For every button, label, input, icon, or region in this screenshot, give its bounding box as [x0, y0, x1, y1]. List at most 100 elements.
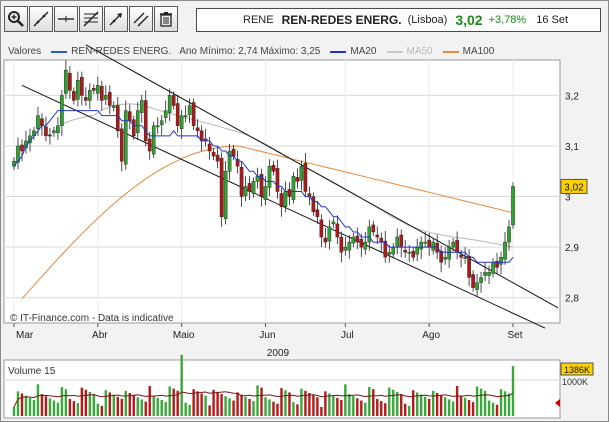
volume-bar	[288, 392, 291, 416]
volume-bar	[188, 404, 191, 416]
volume-bar	[491, 402, 495, 416]
volume-bar	[148, 385, 151, 416]
volume-bar	[200, 393, 203, 416]
candle-body	[299, 166, 304, 181]
candle-body	[111, 105, 116, 108]
volume-bar	[451, 401, 455, 416]
volume-tick: 1000K	[562, 377, 588, 387]
volume-bar	[356, 398, 359, 416]
volume-bar	[364, 402, 367, 416]
volume-bar	[507, 393, 511, 416]
volume-bar	[164, 402, 167, 416]
candle-body	[439, 250, 443, 263]
candle-body	[151, 125, 156, 155]
candle-body	[463, 257, 467, 259]
candle-body	[511, 186, 515, 226]
candle-body	[175, 103, 180, 126]
candle-body	[115, 105, 120, 132]
month-label: Jul	[341, 330, 354, 341]
volume-bar	[368, 387, 371, 416]
candle-body	[311, 196, 316, 212]
candle-body	[215, 154, 220, 162]
volume-bar	[467, 399, 471, 416]
volume-bar	[284, 390, 287, 416]
month-label: Set	[507, 330, 522, 341]
volume-bar	[419, 394, 423, 416]
volume-bar	[120, 398, 123, 416]
candle-body	[283, 191, 288, 207]
year-label: 2009	[267, 348, 290, 359]
candle-body	[411, 250, 416, 258]
candle-body	[263, 186, 268, 200]
volume-bar	[228, 398, 231, 416]
candle-body	[507, 226, 511, 243]
volume-bar	[300, 388, 303, 416]
candle-body	[487, 272, 491, 276]
month-label: Ago	[422, 330, 440, 341]
volume-bar	[224, 396, 227, 416]
volume-bar	[308, 392, 311, 416]
candle-body	[279, 193, 284, 207]
candle-body	[239, 167, 244, 197]
volume-bar	[64, 389, 68, 416]
volume-bar	[232, 400, 235, 416]
volume-bar	[28, 397, 32, 416]
volume-bar	[332, 395, 335, 416]
volume-bar	[16, 391, 20, 416]
candle-body	[127, 111, 132, 121]
price-y-axis: 3,2 3,1 3 2,9 2,8	[565, 91, 579, 304]
candle-body	[247, 183, 252, 192]
volume-bar	[32, 399, 36, 416]
volume-bar	[236, 392, 239, 416]
volume-bar	[76, 403, 80, 416]
volume-bar	[312, 395, 315, 416]
candle-body	[271, 164, 276, 172]
volume-bar	[152, 395, 155, 416]
volume-last-tag: 1386K	[560, 362, 594, 376]
candle-body	[40, 118, 44, 126]
candle-body	[88, 90, 92, 101]
volume-bar	[376, 398, 379, 416]
volume-bar	[463, 397, 467, 416]
volume-bar	[212, 389, 215, 416]
volume-bar	[443, 397, 447, 416]
candle-body	[52, 130, 56, 134]
volume-bar	[304, 390, 307, 416]
volume-bar	[184, 402, 187, 416]
candle-body	[479, 277, 483, 283]
candle-body	[251, 181, 256, 194]
candle-body	[231, 148, 236, 157]
candle-body	[92, 88, 96, 91]
candle-body	[56, 125, 60, 134]
volume-bar	[503, 391, 507, 416]
volume-bar	[40, 394, 44, 416]
volume-bar	[216, 391, 219, 416]
volume-bar	[499, 389, 503, 416]
volume-bar	[172, 388, 175, 416]
volume-bar	[248, 398, 251, 416]
price-chart[interactable]: 3,2 3,1 3 2,9 2,8 3,02 © IT-Finance.com - Da…	[0, 0, 609, 422]
candle-body	[155, 125, 160, 128]
month-label: Jun	[259, 330, 275, 341]
candle-body	[195, 127, 200, 132]
volume-bar	[296, 404, 299, 416]
volume-bar	[479, 388, 483, 416]
candle-body	[315, 209, 320, 217]
candle-body	[267, 166, 272, 188]
volume-bar	[431, 390, 435, 416]
volume-bar	[380, 401, 383, 416]
candle-body	[76, 80, 80, 100]
volume-bar	[280, 388, 283, 416]
candle-body	[80, 76, 84, 96]
candle-body	[359, 238, 364, 248]
volume-bar	[136, 397, 139, 416]
volume-bar	[316, 397, 319, 416]
volume-bar	[24, 395, 28, 416]
candle-body	[351, 236, 356, 244]
volume-bar	[336, 397, 339, 416]
volume-bar	[260, 387, 263, 416]
last-price-text: 3,02	[564, 182, 584, 193]
volume-bar	[408, 405, 411, 416]
volume-bar	[168, 386, 171, 416]
candle-body	[423, 241, 427, 244]
